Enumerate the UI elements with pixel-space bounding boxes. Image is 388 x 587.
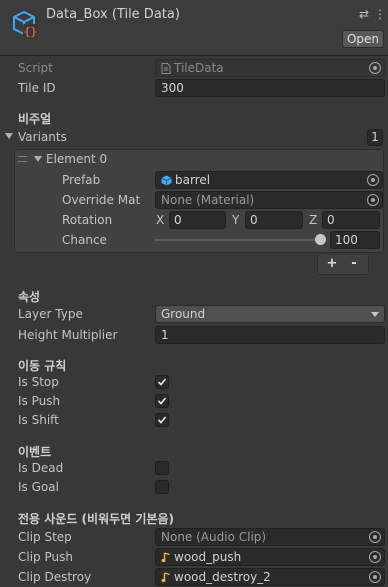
override-mat-field[interactable]: None (Material) — [155, 191, 383, 209]
check-icon — [157, 378, 167, 386]
is-stop-checkbox[interactable] — [155, 375, 169, 389]
sound-section-header: 전용 사운드 (비워두면 기본음) — [18, 512, 174, 526]
inspector-title: Data_Box (Tile Data) — [46, 7, 180, 22]
check-icon — [157, 416, 167, 424]
element-label: Element 0 — [46, 152, 108, 166]
clip-push-field[interactable]: wood_push — [155, 548, 385, 566]
clip-destroy-label: Clip Destroy — [18, 570, 92, 584]
script-field: TileData — [155, 59, 385, 77]
variants-label: Variants — [18, 130, 67, 144]
chance-row: Chance 100 — [0, 230, 388, 250]
element-row[interactable]: Element 0 — [0, 149, 388, 169]
audio-clip-icon — [161, 552, 170, 563]
layer-type-value: Ground — [161, 307, 206, 321]
inspector-header: {} Data_Box (Tile Data) ⇄ ⋮ Open — [0, 0, 388, 56]
script-value: TileData — [174, 61, 224, 75]
height-multiplier-row: Height Multiplier 1 — [0, 325, 388, 345]
prefab-field[interactable]: barrel — [155, 171, 383, 189]
chance-slider-knob[interactable] — [315, 234, 326, 245]
menu-icon[interactable]: ⋮ — [374, 7, 386, 21]
layer-type-label: Layer Type — [18, 307, 83, 321]
is-shift-checkbox[interactable] — [155, 413, 169, 427]
prefab-label: Prefab — [62, 173, 101, 187]
prefab-value: barrel — [175, 173, 211, 187]
clip-push-value: wood_push — [174, 550, 242, 564]
remove-element-button[interactable]: - — [344, 255, 364, 273]
rotation-label: Rotation — [62, 213, 113, 227]
open-button[interactable]: Open — [342, 30, 384, 48]
add-element-button[interactable]: + — [322, 255, 342, 273]
is-dead-row: Is Dead — [0, 458, 388, 478]
script-file-icon — [161, 63, 171, 74]
tile-id-label: Tile ID — [18, 81, 56, 95]
height-multiplier-input[interactable]: 1 — [155, 326, 385, 344]
clip-step-picker-icon[interactable] — [369, 531, 381, 543]
tile-id-input[interactable]: 300 — [155, 79, 385, 97]
script-picker-icon — [369, 62, 381, 74]
clip-push-label: Clip Push — [18, 550, 73, 564]
variants-count-input[interactable]: 1 — [367, 129, 383, 146]
layer-type-dropdown[interactable]: Ground — [155, 305, 385, 323]
is-goal-checkbox[interactable] — [155, 480, 169, 494]
clip-step-row: Clip Step None (Audio Clip) — [0, 527, 388, 547]
list-footer: + - — [317, 255, 369, 275]
variants-row[interactable]: Variants 1 — [0, 127, 388, 147]
rotation-y-input[interactable]: 0 — [245, 211, 303, 229]
clip-destroy-picker-icon[interactable] — [369, 571, 381, 583]
override-mat-label: Override Mat — [62, 193, 141, 207]
rotation-z-label[interactable]: Z — [309, 212, 317, 228]
is-dead-label: Is Dead — [18, 461, 64, 475]
attributes-section-header: 속성 — [18, 290, 41, 304]
svg-text:{}: {} — [24, 25, 37, 38]
chance-input[interactable]: 100 — [330, 231, 380, 249]
chevron-down-icon — [371, 312, 379, 317]
script-label: Script — [18, 61, 53, 75]
rotation-x-input[interactable]: 0 — [169, 211, 226, 229]
is-push-row: Is Push — [0, 391, 388, 411]
clip-step-value: None (Audio Clip) — [161, 530, 267, 544]
is-goal-row: Is Goal — [0, 477, 388, 497]
override-mat-picker-icon[interactable] — [367, 194, 379, 206]
clip-step-label: Clip Step — [18, 530, 72, 544]
is-shift-label: Is Shift — [18, 413, 59, 427]
is-push-checkbox[interactable] — [155, 394, 169, 408]
override-mat-row: Override Mat None (Material) — [0, 190, 388, 210]
clip-destroy-field[interactable]: wood_destroy_2 — [155, 568, 385, 586]
is-dead-checkbox[interactable] — [155, 461, 169, 475]
rotation-row: Rotation X 0 Y 0 Z 0 — [0, 210, 388, 230]
is-push-label: Is Push — [18, 394, 61, 408]
height-multiplier-label: Height Multiplier — [18, 328, 118, 342]
layer-type-row: Layer Type Ground — [0, 304, 388, 324]
preset-icon[interactable]: ⇄ — [358, 7, 370, 21]
chance-slider-track[interactable] — [155, 239, 322, 241]
audio-clip-icon — [161, 572, 170, 583]
check-icon — [157, 397, 167, 405]
clip-push-picker-icon[interactable] — [369, 551, 381, 563]
script-row: Script TileData — [0, 58, 388, 78]
prefab-picker-icon[interactable] — [367, 174, 379, 186]
variants-foldout-icon[interactable] — [5, 133, 13, 139]
is-goal-label: Is Goal — [18, 480, 59, 494]
clip-push-row: Clip Push wood_push — [0, 547, 388, 567]
clip-step-field[interactable]: None (Audio Clip) — [155, 528, 385, 546]
prefab-icon — [161, 175, 172, 186]
is-stop-label: Is Stop — [18, 375, 59, 389]
override-mat-value: None (Material) — [161, 193, 255, 207]
rotation-x-label[interactable]: X — [156, 212, 164, 228]
is-shift-row: Is Shift — [0, 410, 388, 430]
clip-destroy-value: wood_destroy_2 — [174, 570, 271, 584]
chance-label: Chance — [62, 233, 107, 247]
rotation-y-label[interactable]: Y — [232, 212, 239, 228]
scriptable-object-icon: {} — [13, 10, 38, 38]
clip-destroy-row: Clip Destroy wood_destroy_2 — [0, 567, 388, 587]
rotation-z-input[interactable]: 0 — [322, 211, 380, 229]
visual-section-header: 비주얼 — [18, 112, 52, 126]
tile-id-row: Tile ID 300 — [0, 78, 388, 98]
prefab-row: Prefab barrel — [0, 170, 388, 190]
is-stop-row: Is Stop — [0, 372, 388, 392]
